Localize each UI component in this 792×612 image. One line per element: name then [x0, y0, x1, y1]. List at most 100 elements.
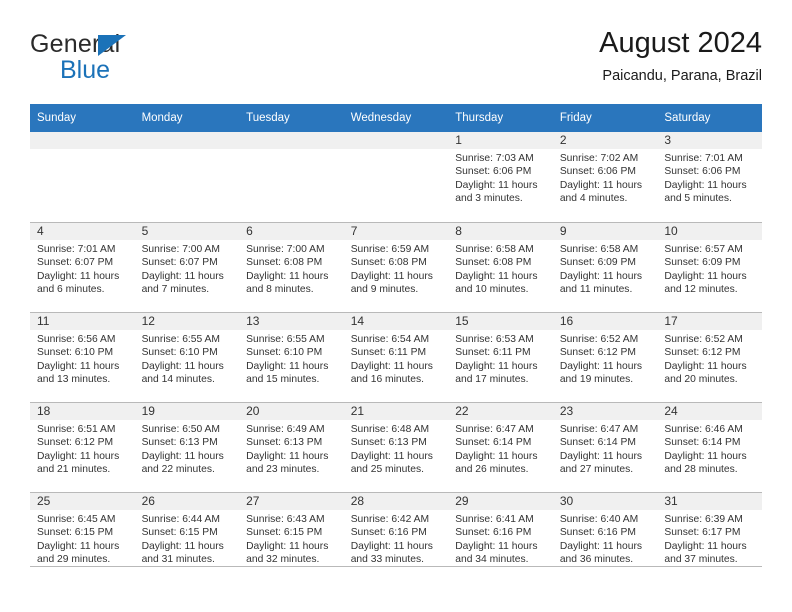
day-number: 10: [657, 223, 762, 240]
calendar-day-cell[interactable]: 17 Sunrise: 6:52 AM Sunset: 6:12 PM Dayligh…: [657, 312, 762, 402]
month-calendar: Sunday Monday Tuesday Wednesday Thursday…: [30, 104, 762, 582]
calendar-day-cell[interactable]: 25 Sunrise: 6:45 AM Sunset: 6:15 PM Dayligh…: [30, 492, 135, 582]
daylight-duration-line2: and 16 minutes.: [350, 373, 424, 385]
sunset-time: Sunset: 6:15 PM: [246, 527, 323, 539]
daylight-duration-line1: Daylight: 11 hours: [37, 540, 120, 552]
calendar-day-cell[interactable]: 28 Sunrise: 6:42 AM Sunset: 6:16 PM Dayligh…: [343, 492, 449, 582]
day-number: 28: [343, 493, 449, 510]
day-number: [343, 132, 449, 149]
day-cell-inner: 7 Sunrise: 6:59 AM Sunset: 6:08 PM Daylight…: [343, 222, 449, 312]
sunset-time: Sunset: 6:09 PM: [664, 257, 741, 269]
daylight-duration-line1: Daylight: 11 hours: [559, 540, 643, 552]
calendar-day-cell[interactable]: 12 Sunrise: 6:55 AM Sunset: 6:10 PM Dayligh…: [134, 312, 240, 402]
daylight-duration-line2: and 34 minutes.: [455, 553, 529, 565]
daylight-duration-line1: Daylight: 11 hours: [246, 270, 329, 282]
sunset-time: Sunset: 6:11 PM: [455, 347, 531, 359]
day-details: Sunrise: 6:42 AM Sunset: 6:16 PM Daylight:…: [344, 510, 449, 566]
day-details: Sunrise: 6:58 AM Sunset: 6:08 PM Daylight:…: [448, 240, 553, 296]
day-number: 1: [448, 132, 553, 149]
daylight-duration-line1: Daylight: 11 hours: [350, 540, 433, 552]
daylight-duration-line1: Daylight: 11 hours: [455, 450, 538, 462]
calendar-day-cell[interactable]: 21 Sunrise: 6:48 AM Sunset: 6:13 PM Dayligh…: [343, 402, 449, 492]
calendar-day-cell[interactable]: 3 Sunrise: 7:01 AM Sunset: 6:06 PM Daylight…: [657, 132, 762, 222]
sunrise-time: Sunrise: 6:46 AM: [664, 424, 743, 435]
day-number: 19: [134, 403, 240, 420]
weekday-header-sunday: Sunday: [30, 104, 135, 132]
sunset-time: Sunset: 6:10 PM: [37, 347, 114, 359]
calendar-day-cell[interactable]: 4 Sunrise: 7:01 AM Sunset: 6:07 PM Daylight…: [30, 222, 135, 312]
calendar-day-cell[interactable]: 26 Sunrise: 6:44 AM Sunset: 6:15 PM Dayligh…: [134, 492, 240, 582]
day-details: Sunrise: 6:40 AM Sunset: 6:16 PM Daylight:…: [553, 510, 658, 566]
daylight-duration-line1: Daylight: 11 hours: [37, 360, 120, 372]
sunset-time: Sunset: 6:09 PM: [559, 257, 636, 269]
daylight-duration-line1: Daylight: 11 hours: [455, 179, 538, 191]
day-number: [30, 132, 135, 149]
day-cell-inner: [134, 132, 240, 222]
sunset-time: Sunset: 6:06 PM: [664, 166, 741, 178]
calendar-day-cell[interactable]: 5 Sunrise: 7:00 AM Sunset: 6:07 PM Daylight…: [134, 222, 240, 312]
sunrise-time: Sunrise: 7:01 AM: [664, 153, 743, 164]
daylight-duration-line1: Daylight: 11 hours: [141, 360, 224, 372]
daylight-duration-line2: and 31 minutes.: [141, 553, 215, 565]
calendar-day-cell[interactable]: 13 Sunrise: 6:55 AM Sunset: 6:10 PM Dayligh…: [239, 312, 344, 402]
generalblue-logo[interactable]: General Blue: [30, 30, 270, 88]
calendar-day-cell[interactable]: 23 Sunrise: 6:47 AM Sunset: 6:14 PM Dayligh…: [552, 402, 658, 492]
day-details: Sunrise: 7:00 AM Sunset: 6:08 PM Daylight:…: [239, 240, 344, 296]
daylight-duration-line2: and 25 minutes.: [350, 463, 424, 475]
calendar-day-cell[interactable]: 27 Sunrise: 6:43 AM Sunset: 6:15 PM Dayligh…: [239, 492, 344, 582]
calendar-day-cell[interactable]: 14 Sunrise: 6:54 AM Sunset: 6:11 PM Dayligh…: [343, 312, 449, 402]
sunset-time: Sunset: 6:16 PM: [350, 527, 427, 539]
calendar-day-cell[interactable]: 8 Sunrise: 6:58 AM Sunset: 6:08 PM Daylight…: [448, 222, 553, 312]
sunrise-time: Sunrise: 6:55 AM: [141, 334, 220, 345]
daylight-duration-line1: Daylight: 11 hours: [246, 360, 329, 372]
sunset-time: Sunset: 6:13 PM: [350, 437, 427, 449]
calendar-day-cell[interactable]: 18 Sunrise: 6:51 AM Sunset: 6:12 PM Dayligh…: [30, 402, 135, 492]
weekday-header-saturday: Saturday: [657, 104, 762, 132]
sunrise-time: Sunrise: 6:58 AM: [559, 244, 639, 255]
sunrise-time: Sunrise: 6:41 AM: [455, 514, 534, 525]
calendar-day-cell[interactable]: 24 Sunrise: 6:46 AM Sunset: 6:14 PM Dayligh…: [657, 402, 762, 492]
sunset-time: Sunset: 6:16 PM: [455, 527, 532, 539]
calendar-day-cell[interactable]: 15 Sunrise: 6:53 AM Sunset: 6:11 PM Dayligh…: [448, 312, 553, 402]
daylight-duration-line1: Daylight: 11 hours: [350, 270, 433, 282]
calendar-day-cell[interactable]: 22 Sunrise: 6:47 AM Sunset: 6:14 PM Dayligh…: [448, 402, 553, 492]
sunrise-time: Sunrise: 6:40 AM: [559, 514, 639, 525]
day-number: 2: [552, 132, 658, 149]
daylight-duration-line2: and 37 minutes.: [664, 553, 738, 565]
sunrise-time: Sunrise: 6:54 AM: [350, 334, 430, 345]
calendar-bottom-rule: [30, 566, 762, 567]
day-number: 3: [657, 132, 762, 149]
sunset-time: Sunset: 6:13 PM: [141, 437, 218, 449]
day-details: Sunrise: 6:55 AM Sunset: 6:10 PM Daylight:…: [239, 330, 344, 386]
calendar-day-cell[interactable]: 10 Sunrise: 6:57 AM Sunset: 6:09 PM Dayligh…: [657, 222, 762, 312]
day-details: Sunrise: 6:48 AM Sunset: 6:13 PM Daylight:…: [344, 420, 449, 476]
calendar-day-cell[interactable]: 9 Sunrise: 6:58 AM Sunset: 6:09 PM Daylight…: [552, 222, 658, 312]
calendar-day-cell[interactable]: 7 Sunrise: 6:59 AM Sunset: 6:08 PM Daylight…: [343, 222, 449, 312]
calendar-day-cell[interactable]: 29 Sunrise: 6:41 AM Sunset: 6:16 PM Dayligh…: [448, 492, 553, 582]
calendar-day-cell[interactable]: 1 Sunrise: 7:03 AM Sunset: 6:06 PM Daylight…: [448, 132, 553, 222]
calendar-day-cell[interactable]: 19 Sunrise: 6:50 AM Sunset: 6:13 PM Dayligh…: [134, 402, 240, 492]
daylight-duration-line2: and 32 minutes.: [246, 553, 320, 565]
day-cell-inner: 20 Sunrise: 6:49 AM Sunset: 6:13 PM Dayligh…: [239, 402, 344, 492]
calendar-day-cell[interactable]: 6 Sunrise: 7:00 AM Sunset: 6:08 PM Daylight…: [239, 222, 344, 312]
calendar-day-cell[interactable]: 16 Sunrise: 6:52 AM Sunset: 6:12 PM Dayligh…: [552, 312, 658, 402]
daylight-duration-line1: Daylight: 11 hours: [37, 450, 120, 462]
calendar-day-cell[interactable]: 30 Sunrise: 6:40 AM Sunset: 6:16 PM Dayligh…: [552, 492, 658, 582]
calendar-day-cell[interactable]: 11 Sunrise: 6:56 AM Sunset: 6:10 PM Dayligh…: [30, 312, 135, 402]
calendar-week-row: 18 Sunrise: 6:51 AM Sunset: 6:12 PM Dayligh…: [30, 402, 762, 492]
sunrise-time: Sunrise: 6:57 AM: [664, 244, 743, 255]
day-details: Sunrise: 6:45 AM Sunset: 6:15 PM Daylight:…: [30, 510, 135, 566]
daylight-duration-line2: and 22 minutes.: [141, 463, 215, 475]
day-details: Sunrise: 6:50 AM Sunset: 6:13 PM Daylight:…: [135, 420, 240, 476]
calendar-day-cell[interactable]: 20 Sunrise: 6:49 AM Sunset: 6:13 PM Dayligh…: [239, 402, 344, 492]
calendar-day-cell[interactable]: 2 Sunrise: 7:02 AM Sunset: 6:06 PM Daylight…: [552, 132, 658, 222]
day-number: 7: [343, 223, 449, 240]
daylight-duration-line1: Daylight: 11 hours: [664, 450, 747, 462]
day-cell-inner: 1 Sunrise: 7:03 AM Sunset: 6:06 PM Daylight…: [448, 132, 553, 222]
weekday-header-monday: Monday: [134, 104, 240, 132]
sunrise-time: Sunrise: 6:45 AM: [37, 514, 116, 525]
daylight-duration-line1: Daylight: 11 hours: [455, 540, 538, 552]
calendar-day-cell[interactable]: 31 Sunrise: 6:39 AM Sunset: 6:17 PM Dayligh…: [657, 492, 762, 582]
day-number: 15: [448, 313, 553, 330]
daylight-duration-line1: Daylight: 11 hours: [664, 270, 747, 282]
